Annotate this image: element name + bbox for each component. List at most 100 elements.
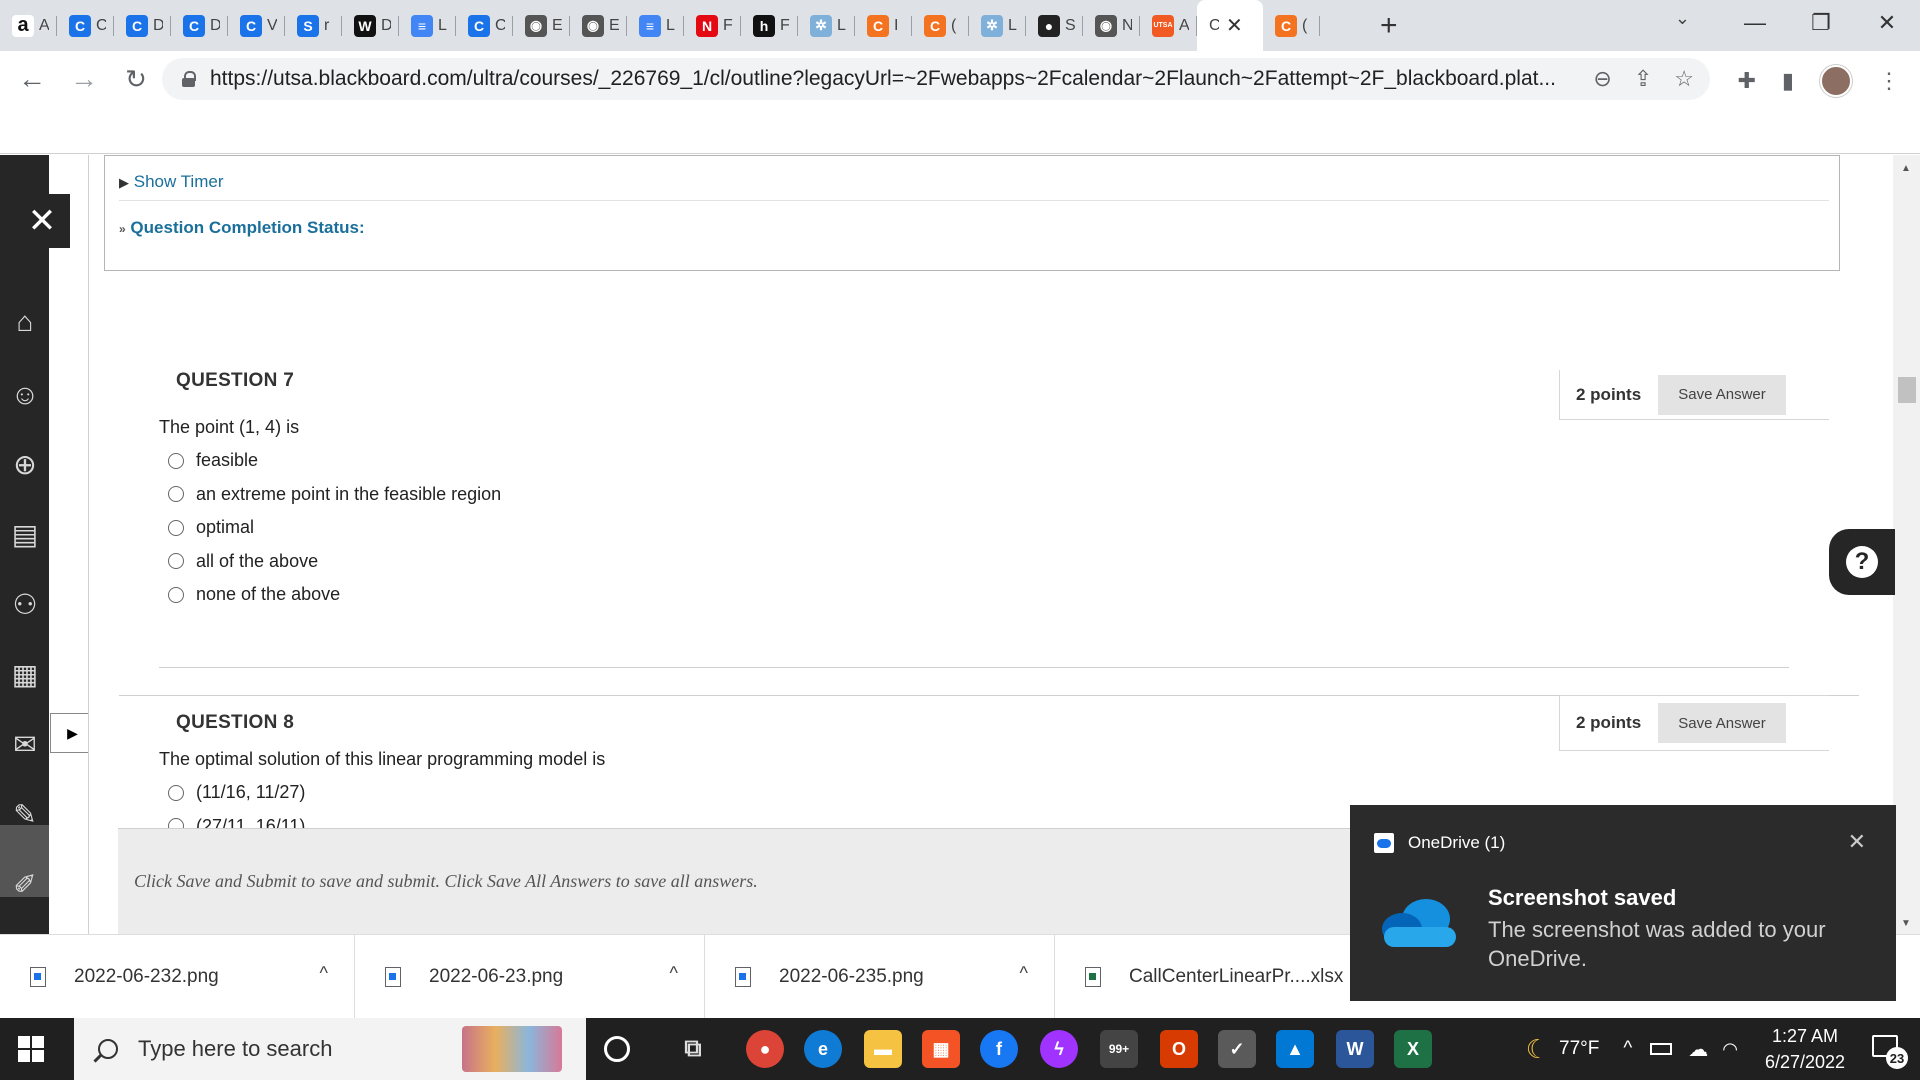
bookmark-star-icon[interactable]: ☆ xyxy=(1674,66,1694,92)
browser-tab[interactable]: CC xyxy=(456,0,513,51)
cortana-icon[interactable] xyxy=(604,1036,630,1062)
help-button[interactable]: ? xyxy=(1829,529,1895,595)
download-item[interactable]: 2022-06-23.png ^ xyxy=(355,935,705,1019)
wifi-icon[interactable]: ◠ xyxy=(1722,1039,1738,1060)
scroll-up-arrow-icon[interactable]: ▲ xyxy=(1901,163,1911,174)
download-item[interactable]: 2022-06-235.png ^ xyxy=(705,935,1055,1019)
extensions-icon[interactable]: ✚ xyxy=(1737,68,1755,94)
radio-button[interactable] xyxy=(168,784,184,801)
groups-icon[interactable]: ⚇ xyxy=(10,590,40,620)
chevron-up-icon[interactable]: ^ xyxy=(1020,963,1028,984)
browser-tab[interactable]: NF xyxy=(684,0,741,51)
answer-option[interactable]: (11/16, 11/27) xyxy=(168,782,305,803)
profile-icon[interactable]: ☺ xyxy=(10,380,40,410)
zoom-icon[interactable]: ⊖ xyxy=(1593,66,1611,92)
tray-chevron-icon[interactable]: ^ xyxy=(1623,1038,1632,1060)
tools-icon[interactable]: ✐ xyxy=(10,870,40,900)
browser-tab[interactable]: ≡ L xyxy=(399,0,456,51)
courses-icon[interactable]: ▤ xyxy=(10,520,40,550)
minimize-button[interactable]: — xyxy=(1722,10,1788,36)
answer-option[interactable]: none of the above xyxy=(168,584,340,605)
edge-taskbar-icon[interactable]: e xyxy=(804,1030,842,1068)
active-browser-tab[interactable]: C ✕ xyxy=(1197,0,1263,51)
browser-tab[interactable]: ✲ L xyxy=(798,0,855,51)
radio-button[interactable] xyxy=(168,519,184,536)
file-explorer-icon[interactable]: ▬ xyxy=(864,1030,902,1068)
forward-button[interactable]: → xyxy=(64,63,104,95)
notification-center-icon[interactable]: 23 xyxy=(1868,1029,1908,1069)
browser-tab[interactable]: CD xyxy=(171,0,228,51)
share-icon[interactable]: ⇪ xyxy=(1634,66,1652,92)
browser-tab[interactable]: CI xyxy=(855,0,912,51)
radio-button[interactable] xyxy=(168,553,184,569)
question-completion-status-toggle[interactable]: » Question Completion Status: xyxy=(119,218,365,238)
browser-tab[interactable]: ● S xyxy=(1026,0,1083,51)
browser-tab[interactable]: WD xyxy=(342,0,399,51)
browser-tab[interactable]: C( xyxy=(1263,0,1320,51)
back-button[interactable]: ← xyxy=(12,63,52,95)
messages-icon[interactable]: ✉ xyxy=(10,730,40,760)
task-view-icon[interactable]: ⧉ xyxy=(674,1030,712,1068)
url-text[interactable]: https://utsa.blackboard.com/ultra/course… xyxy=(210,67,1590,91)
browser-tab[interactable]: CD xyxy=(114,0,171,51)
browser-tab[interactable]: C( xyxy=(912,0,969,51)
browser-tab[interactable]: CV xyxy=(228,0,285,51)
office-icon[interactable]: O xyxy=(1160,1030,1198,1068)
answer-option[interactable]: all of the above xyxy=(168,551,318,572)
chevron-up-icon[interactable]: ^ xyxy=(670,963,678,984)
close-window-button[interactable]: ✕ xyxy=(1854,10,1920,36)
chrome-taskbar-icon[interactable]: ● xyxy=(746,1030,784,1068)
tab-search-icon[interactable]: ⌄ xyxy=(1675,8,1690,29)
side-panel-icon[interactable]: ▮ xyxy=(1782,68,1794,94)
onedrive-toast[interactable]: OneDrive (1) ✕ Screenshot saved The scre… xyxy=(1350,805,1896,1001)
download-item[interactable]: CallCenterLinearPr....xlsx xyxy=(1055,935,1355,1019)
download-item[interactable]: 2022-06-232.png ^ xyxy=(0,935,355,1019)
onedrive-tray-icon[interactable]: ☁ xyxy=(1688,1037,1708,1062)
facebook-icon[interactable]: f xyxy=(980,1030,1018,1068)
browser-tab[interactable]: ◉ E xyxy=(513,0,570,51)
browser-tab[interactable]: UTSA A xyxy=(1140,0,1197,51)
search-highlight-art-icon[interactable] xyxy=(462,1026,562,1072)
tab-close-icon[interactable]: ✕ xyxy=(1226,13,1243,38)
scroll-down-arrow-icon[interactable]: ▼ xyxy=(1901,918,1911,929)
reload-button[interactable]: ↻ xyxy=(116,64,156,95)
messenger-icon[interactable]: ϟ xyxy=(1040,1030,1078,1068)
calendar-icon[interactable]: ▦ xyxy=(10,660,40,690)
word-icon[interactable]: W xyxy=(1336,1030,1374,1068)
restore-button[interactable]: ❐ xyxy=(1788,10,1854,36)
browser-tab[interactable]: hF xyxy=(741,0,798,51)
microsoft-store-icon[interactable]: ▦ xyxy=(922,1030,960,1068)
toast-close-icon[interactable]: ✕ xyxy=(1848,829,1866,855)
grades-icon[interactable]: ✎ xyxy=(10,800,40,830)
new-tab-button[interactable]: + xyxy=(1380,0,1398,51)
answer-option[interactable]: optimal xyxy=(168,517,254,538)
taskbar-search-box[interactable]: Type here to search xyxy=(74,1018,586,1080)
question-7-save-answer-button[interactable]: Save Answer xyxy=(1658,374,1786,415)
address-bar[interactable]: https://utsa.blackboard.com/ultra/course… xyxy=(162,58,1710,100)
browser-tab[interactable]: ✲ L xyxy=(969,0,1026,51)
answer-option[interactable]: an extreme point in the feasible region xyxy=(168,484,501,505)
moon-weather-icon[interactable]: ☾ xyxy=(1526,1034,1549,1065)
radio-button[interactable] xyxy=(168,486,184,502)
radio-button[interactable] xyxy=(168,586,184,603)
taskbar-clock[interactable]: 1:27 AM 6/27/2022 xyxy=(1750,1023,1860,1075)
browser-tab[interactable]: ◉ E xyxy=(570,0,627,51)
show-timer-toggle[interactable]: ▶ Show Timer xyxy=(119,172,223,192)
browser-tab[interactable]: aA xyxy=(0,0,57,51)
profile-avatar[interactable] xyxy=(1820,65,1852,97)
globe-icon[interactable]: ⊕ xyxy=(10,450,40,480)
scroll-thumb[interactable] xyxy=(1898,377,1916,403)
browser-tab[interactable]: ◉ N xyxy=(1083,0,1140,51)
excel-icon[interactable]: X xyxy=(1394,1030,1432,1068)
institution-icon[interactable]: ⌂ xyxy=(10,307,40,337)
browser-tab[interactable]: CC xyxy=(57,0,114,51)
browser-tab[interactable]: Sr xyxy=(285,0,342,51)
mail-badge-icon[interactable]: 99+ xyxy=(1100,1030,1138,1068)
photos-icon[interactable]: ▲ xyxy=(1276,1030,1314,1068)
chrome-menu-icon[interactable]: ⋮ xyxy=(1878,68,1900,94)
close-panel-button[interactable]: ✕ xyxy=(14,194,70,248)
chevron-up-icon[interactable]: ^ xyxy=(320,963,328,984)
snip-check-icon[interactable]: ✓ xyxy=(1218,1030,1256,1068)
battery-icon[interactable] xyxy=(1650,1043,1673,1055)
page-scrollbar[interactable]: ▲ ▼ xyxy=(1893,155,1920,934)
